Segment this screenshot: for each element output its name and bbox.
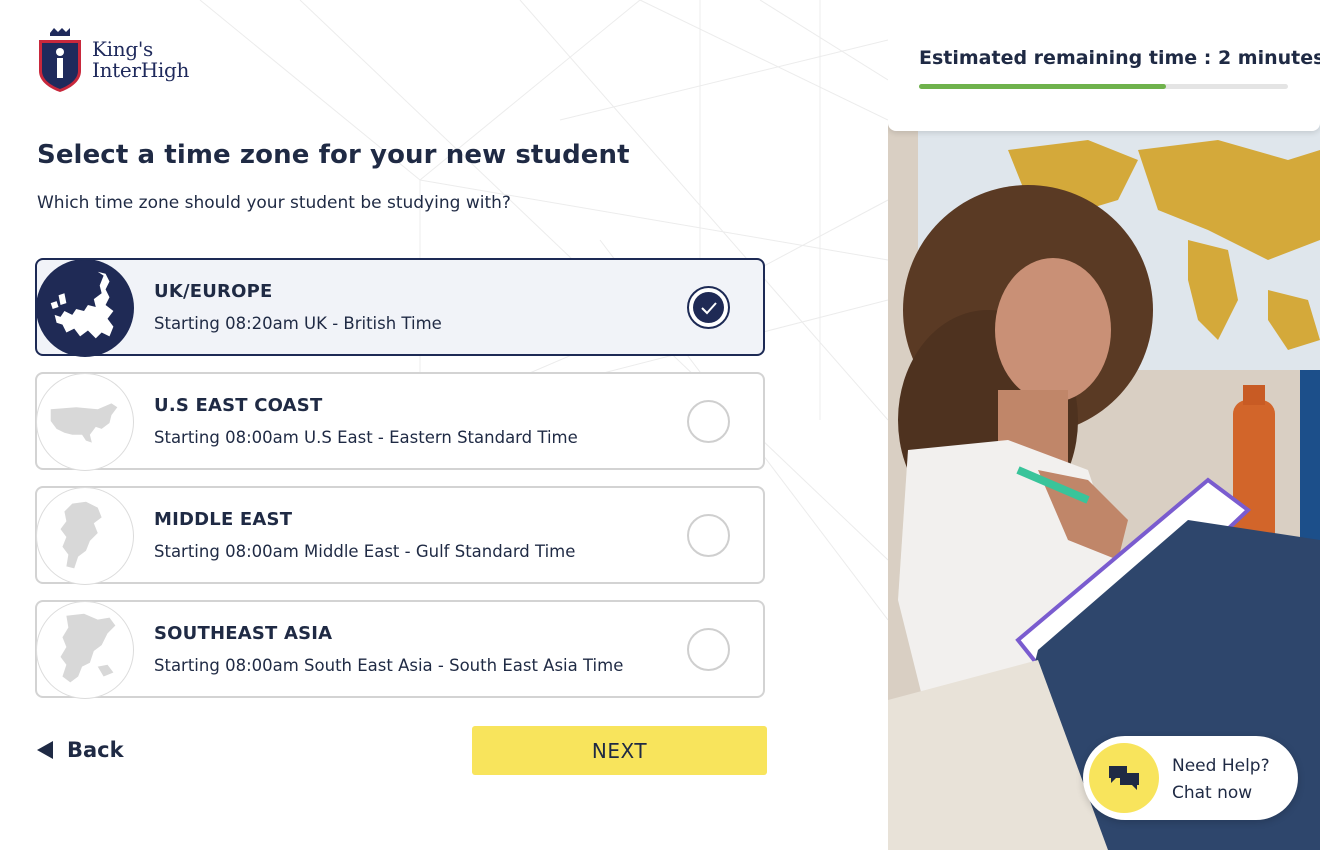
southeast-asia-map-icon xyxy=(36,601,134,699)
progress-card: Estimated remaining time : 2 minutes xyxy=(888,0,1320,131)
photo-panel: Estimated remaining time : 2 minutes Nee… xyxy=(888,0,1320,850)
back-label: Back xyxy=(67,738,124,762)
radio-unselected[interactable] xyxy=(687,514,730,557)
usa-map-icon xyxy=(36,373,134,471)
option-description: Starting 08:20am UK - British Time xyxy=(154,314,442,333)
logo-line-1: King's xyxy=(92,37,153,61)
middle-east-map-icon xyxy=(36,487,134,585)
radio-unselected[interactable] xyxy=(687,628,730,671)
option-description: Starting 08:00am U.S East - Eastern Stan… xyxy=(154,428,578,447)
timezone-option-us-east-coast[interactable]: U.S EAST COAST Starting 08:00am U.S East… xyxy=(35,372,765,471)
timezone-option-southeast-asia[interactable]: SOUTHEAST ASIA Starting 08:00am South Ea… xyxy=(35,600,765,699)
option-title: U.S EAST COAST xyxy=(154,395,323,416)
timezone-option-middle-east[interactable]: MIDDLE EAST Starting 08:00am Middle East… xyxy=(35,486,765,585)
progress-bar xyxy=(919,84,1288,89)
option-title: MIDDLE EAST xyxy=(154,509,293,530)
page-title: Select a time zone for your new student xyxy=(37,140,630,170)
radio-selected[interactable] xyxy=(687,286,730,329)
chat-bubbles-icon xyxy=(1089,743,1159,813)
chat-now-button[interactable]: Need Help? Chat now xyxy=(1083,736,1298,820)
radio-unselected[interactable] xyxy=(687,400,730,443)
europe-map-icon xyxy=(36,259,134,357)
chat-subtitle: Chat now xyxy=(1172,783,1253,803)
logo-wordmark: King's InterHigh xyxy=(92,39,189,81)
logo-line-2: InterHigh xyxy=(92,58,190,82)
chat-title: Need Help? xyxy=(1172,756,1270,776)
next-button[interactable]: NEXT xyxy=(472,726,767,775)
page-subtitle: Which time zone should your student be s… xyxy=(37,193,511,213)
timezone-option-uk-europe[interactable]: UK/EUROPE Starting 08:20am UK - British … xyxy=(35,258,765,357)
option-title: UK/EUROPE xyxy=(154,281,273,302)
crest-icon xyxy=(39,28,81,92)
back-arrow-icon xyxy=(37,741,53,759)
kings-interhigh-logo[interactable]: King's InterHigh xyxy=(36,26,206,94)
check-icon xyxy=(693,292,724,323)
progress-bar-fill xyxy=(919,84,1167,89)
back-button[interactable]: Back xyxy=(37,735,124,765)
option-description: Starting 08:00am Middle East - Gulf Stan… xyxy=(154,542,576,561)
progress-label: Estimated remaining time : 2 minutes xyxy=(919,47,1320,69)
option-title: SOUTHEAST ASIA xyxy=(154,623,333,644)
option-description: Starting 08:00am South East Asia - South… xyxy=(154,656,624,675)
form-panel: King's InterHigh Select a time zone for … xyxy=(0,0,888,850)
